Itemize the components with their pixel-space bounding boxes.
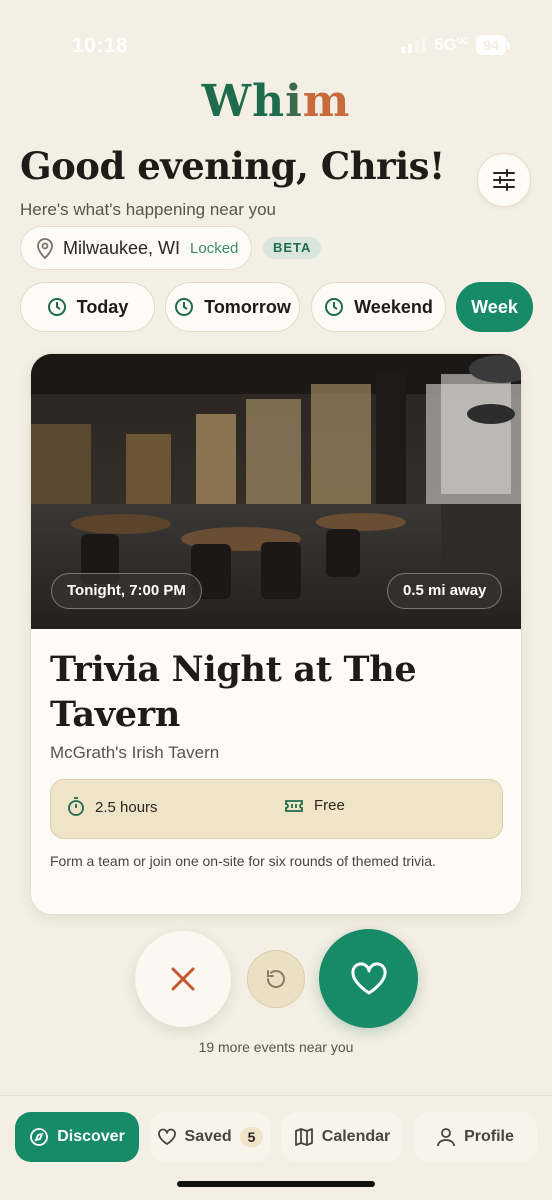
clock-icon — [175, 298, 194, 316]
clock-icon — [325, 298, 344, 316]
location-selector[interactable]: Milwaukee, WI Locked — [20, 226, 252, 270]
filter-label: Week — [471, 296, 518, 317]
event-time-badge: Tonight, 7:00 PM — [51, 573, 202, 609]
tab-calendar[interactable]: Calendar — [281, 1112, 403, 1162]
ticket-icon — [285, 799, 303, 812]
tab-saved[interactable]: Saved 5 — [149, 1112, 271, 1162]
filter-label: Today — [76, 296, 129, 317]
event-duration: 2.5 hours — [67, 797, 158, 817]
status-bar: 10:18 5GUC 94 — [0, 30, 552, 62]
tab-label: Calendar — [321, 1128, 391, 1145]
filter-weekend[interactable]: Weekend — [311, 282, 446, 332]
event-distance-badge: 0.5 mi away — [387, 573, 503, 609]
map-icon — [294, 1128, 313, 1146]
filters-button[interactable] — [477, 153, 531, 207]
heart-icon — [350, 961, 387, 994]
pass-button[interactable] — [135, 931, 231, 1027]
undo-button[interactable] — [247, 950, 305, 1008]
filter-week[interactable]: Week — [456, 282, 533, 332]
greeting-subtitle: Here's what's happening near you — [20, 200, 276, 219]
greeting-title: Good evening, Chris! — [20, 144, 445, 188]
signal-icon — [401, 37, 427, 53]
home-indicator — [177, 1181, 375, 1187]
event-price-text: Free — [314, 797, 345, 814]
event-venue: McGrath's Irish Tavern — [50, 743, 220, 762]
filter-today[interactable]: Today — [20, 282, 155, 332]
person-icon — [437, 1128, 455, 1147]
like-button[interactable] — [319, 929, 418, 1028]
event-info-box: 2.5 hours Free — [50, 779, 503, 839]
beta-badge: BETA — [263, 237, 322, 259]
undo-icon — [266, 970, 285, 988]
close-icon — [171, 967, 195, 991]
event-description: Form a team or join one on-site for six … — [50, 853, 436, 869]
filter-tomorrow[interactable]: Tomorrow — [165, 282, 300, 332]
tab-label: Profile — [464, 1128, 514, 1145]
saved-count-badge: 5 — [239, 1127, 264, 1147]
heart-icon — [157, 1128, 176, 1145]
battery-icon: 94 — [476, 35, 510, 55]
event-price: Free — [284, 797, 345, 814]
filter-label: Tomorrow — [204, 296, 291, 317]
clock-icon — [47, 298, 66, 316]
location-name: Milwaukee, WI — [63, 237, 181, 258]
more-events-text: 19 more events near you — [198, 1039, 354, 1055]
status-indicators: 5GUC 94 — [401, 35, 510, 55]
status-time: 10:18 — [72, 34, 129, 57]
compass-icon — [30, 1128, 49, 1146]
tab-discover[interactable]: Discover — [15, 1112, 139, 1162]
tab-label: Saved — [184, 1128, 232, 1145]
tab-label: Discover — [57, 1128, 125, 1145]
event-title: Trivia Night at The Tavern — [50, 649, 417, 735]
event-card[interactable]: Tonight, 7:00 PM 0.5 mi away Trivia Nigh… — [30, 353, 522, 915]
network-label: 5GUC — [434, 35, 469, 54]
app-logo: Whim — [201, 76, 351, 127]
location-pin-icon — [37, 238, 53, 259]
sliders-icon — [493, 169, 515, 191]
filter-label: Weekend — [354, 296, 433, 317]
location-status: Locked — [190, 239, 239, 257]
timer-icon — [68, 797, 84, 816]
event-duration-text: 2.5 hours — [95, 798, 158, 816]
tab-profile[interactable]: Profile — [413, 1112, 537, 1162]
